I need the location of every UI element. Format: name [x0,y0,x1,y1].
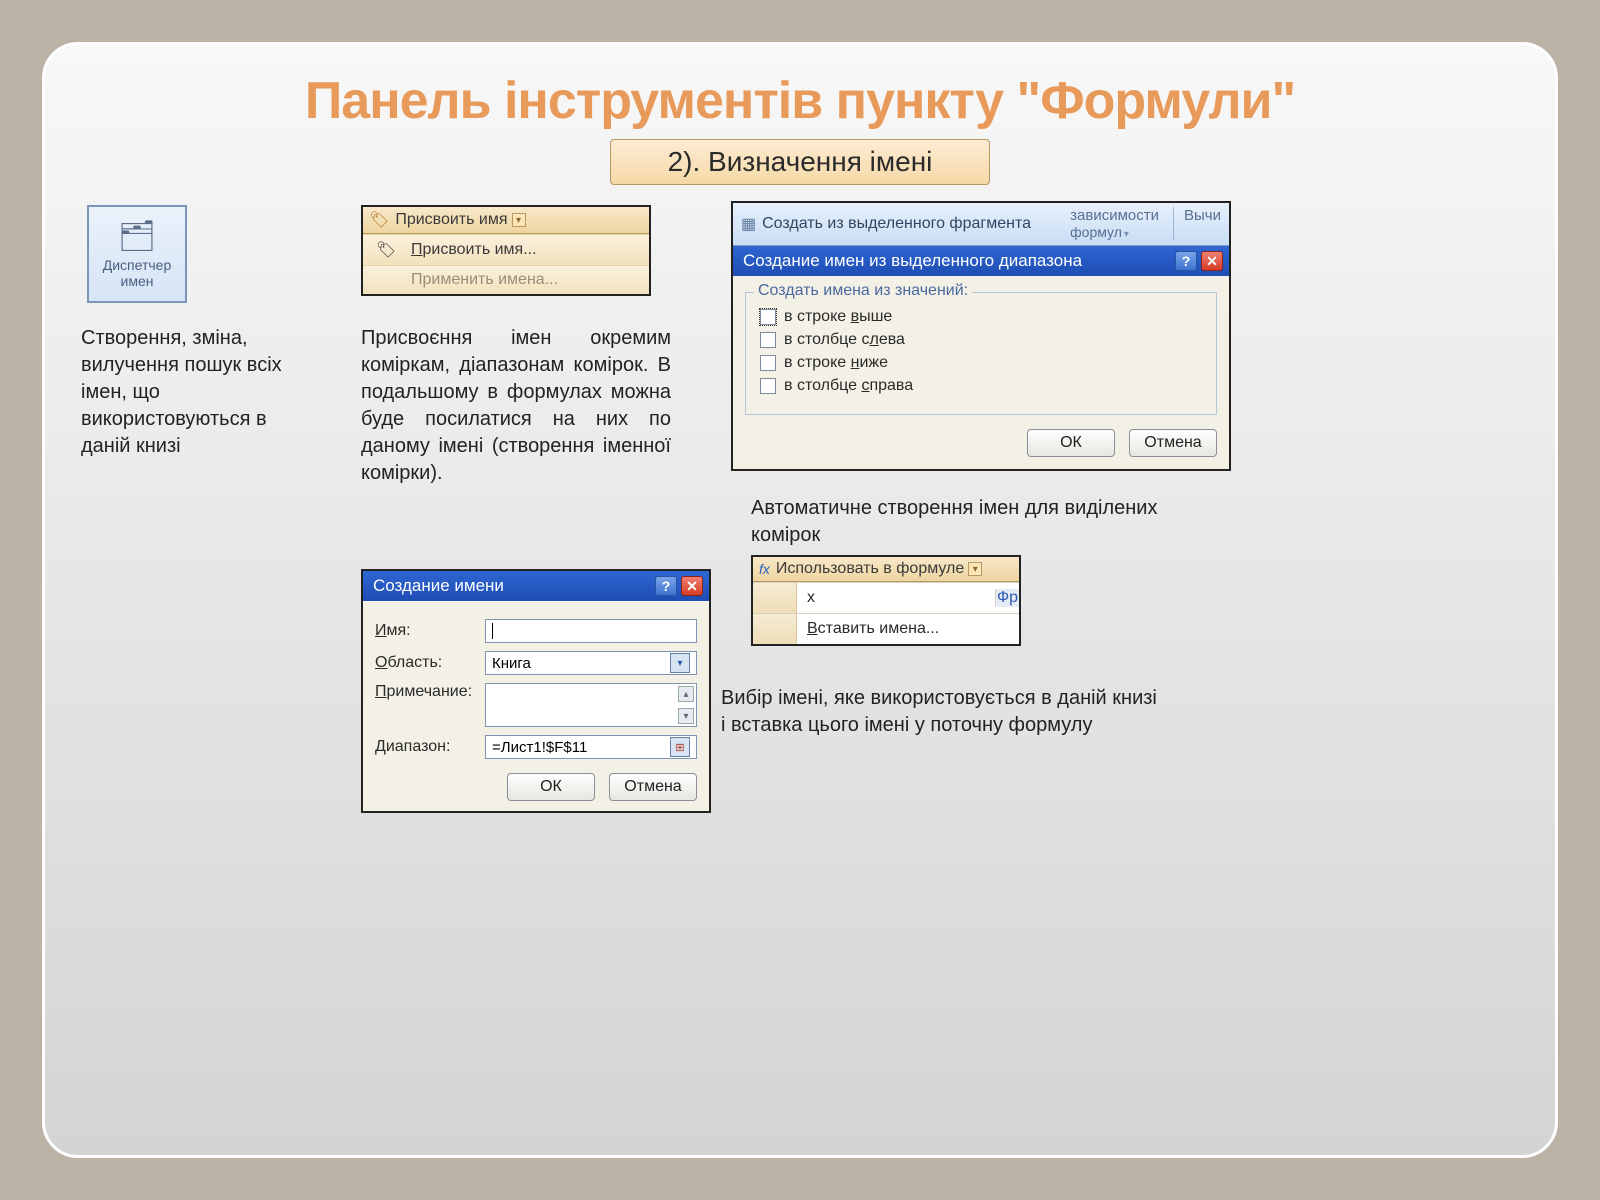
dialog-titlebar: Создание имени ? ✕ [363,571,709,601]
fx-icon: fx [759,561,770,577]
use-in-formula-header[interactable]: fx Использовать в формуле ▾ [753,557,1019,582]
blank-icon [753,583,797,613]
row-name: Имя: [375,619,697,643]
dialog-body: Создать имена из значений: в строке выше… [733,276,1229,469]
menu-item-paste-names[interactable]: Вставить имена... [753,613,1019,644]
scroll-down-icon[interactable]: ▾ [678,708,694,724]
range-value: =Лист1!$F$11 [492,739,587,756]
blank-icon [753,614,797,644]
assign-name-description: Присвоєння імен окремим коміркам, діапаз… [361,325,671,487]
slide-title: Панель інструментів пункту "Формули" [81,71,1519,131]
chevron-down-icon[interactable]: ▾ [968,562,982,576]
fieldset-create-names: Создать имена из значений: в строке выше… [745,292,1217,415]
scope-select[interactable]: Книга ▾ [485,651,697,675]
range-input[interactable]: =Лист1!$F$11 ⊞ [485,735,697,759]
close-button[interactable]: ✕ [681,576,703,596]
name-label: Имя: [375,622,475,640]
assign-name-header[interactable]: 🏷 Присвоить имя ▾ [363,207,649,234]
cancel-button[interactable]: Отмена [609,773,697,801]
slide-subtitle-badge: 2). Визначення імені [610,139,990,185]
checkbox-label-bottom: в строке ниже [784,354,888,372]
use-in-formula-description: Вибір імені, яке використовується в дані… [721,685,1161,739]
checkbox-label-top: в строке выше [784,308,892,326]
name-manager-description: Створення, зміна, вилучення пошук всіх і… [81,325,311,460]
selection-icon: ▦ [741,214,756,234]
name-manager-icon: 🗂 [118,219,156,254]
chevron-down-icon[interactable]: ▾ [512,213,526,227]
range-label: Диапазон: [375,738,475,756]
fieldset-legend: Создать имена из значений: [754,282,972,300]
assign-name-header-label: Присвоить имя [395,211,507,229]
help-button[interactable]: ? [1175,251,1197,271]
range-picker-icon[interactable]: ⊞ [670,737,690,757]
ribbon-calc-truncated: Вычи [1173,207,1221,241]
chevron-down-icon: ▾ [1124,229,1129,240]
menu-item-apply-names[interactable]: Применить имена... [363,265,649,294]
assign-name-dropdown: 🏷 Присвоить имя ▾ 🏷 Присвоить имя... При… [361,205,651,296]
name-manager-button[interactable]: 🗂 Диспетчер имен [87,205,187,303]
checkbox-label-left: в столбце слева [784,331,905,349]
chevron-down-icon[interactable]: ▾ [670,653,690,673]
create-from-selection-description: Автоматичне створення імен для виділених… [751,495,1181,549]
cancel-button[interactable]: Отмена [1129,429,1217,457]
row-scope: Область: Книга ▾ [375,651,697,675]
dialog-titlebar: Создание имен из выделенного диапазона ?… [733,246,1229,276]
slide-card: Панель інструментів пункту "Формули" 2).… [42,42,1558,1158]
dialog-body: Имя: Область: Книга ▾ Примечание: ▴ ▾ [363,601,709,811]
checkbox-icon[interactable] [760,378,776,394]
scroll-up-icon[interactable]: ▴ [678,686,694,702]
checkbox-label-right: в столбце справа [784,377,913,395]
close-button[interactable]: ✕ [1201,251,1223,271]
menu-item-assign-name[interactable]: 🏷 Присвоить имя... [363,234,649,265]
ok-button[interactable]: ОК [1027,429,1115,457]
scope-value: Книга [492,655,531,672]
dialog-title: Создание имени [373,576,504,596]
comment-textarea[interactable]: ▴ ▾ [485,683,697,727]
menu-item-paste-names-label: Вставить имена... [797,614,1019,644]
checkbox-row-top[interactable]: в строке выше [760,308,1202,326]
checkbox-icon[interactable] [760,309,776,325]
use-in-formula-label: Использовать в формуле [776,560,964,578]
checkbox-row-right[interactable]: в столбце справа [760,377,1202,395]
menu-item-name-x[interactable]: x Фр [753,582,1019,613]
use-in-formula-dropdown: fx Использовать в формуле ▾ x Фр Вставит… [751,555,1021,646]
menu-item-assign-name-label: Присвоить имя... [411,241,537,259]
checkbox-icon[interactable] [760,355,776,371]
create-names-from-selection: ▦ Создать из выделенного фрагмента завис… [731,201,1231,471]
ribbon-stub: Фр [995,589,1019,607]
create-name-dialog: Создание имени ? ✕ Имя: Область: Книга ▾ [361,569,711,813]
ok-button[interactable]: ОК [507,773,595,801]
row-comment: Примечание: ▴ ▾ [375,683,697,727]
help-button[interactable]: ? [655,576,677,596]
checkbox-icon[interactable] [760,332,776,348]
scope-label: Область: [375,654,475,672]
ribbon-strip: ▦ Создать из выделенного фрагмента завис… [733,203,1229,246]
checkbox-row-bottom[interactable]: в строке ниже [760,354,1202,372]
tag-add-icon: 🏷 [371,240,401,260]
ribbon-trace-dependents[interactable]: зависимости формул▾ [1060,207,1159,241]
row-range: Диапазон: =Лист1!$F$11 ⊞ [375,735,697,759]
dialog-title: Создание имен из выделенного диапазона [743,251,1082,271]
comment-label: Примечание: [375,683,475,701]
menu-item-apply-names-label: Применить имена... [411,271,558,289]
text-cursor-icon [492,623,493,639]
name-input[interactable] [485,619,697,643]
checkbox-row-left[interactable]: в столбце слева [760,331,1202,349]
tag-icon: 🏷 [369,210,389,230]
name-manager-label: Диспетчер имен [103,258,171,289]
menu-item-name-x-label: x [797,583,995,613]
ribbon-create-from-selection[interactable]: Создать из выделенного фрагмента [762,215,1031,233]
